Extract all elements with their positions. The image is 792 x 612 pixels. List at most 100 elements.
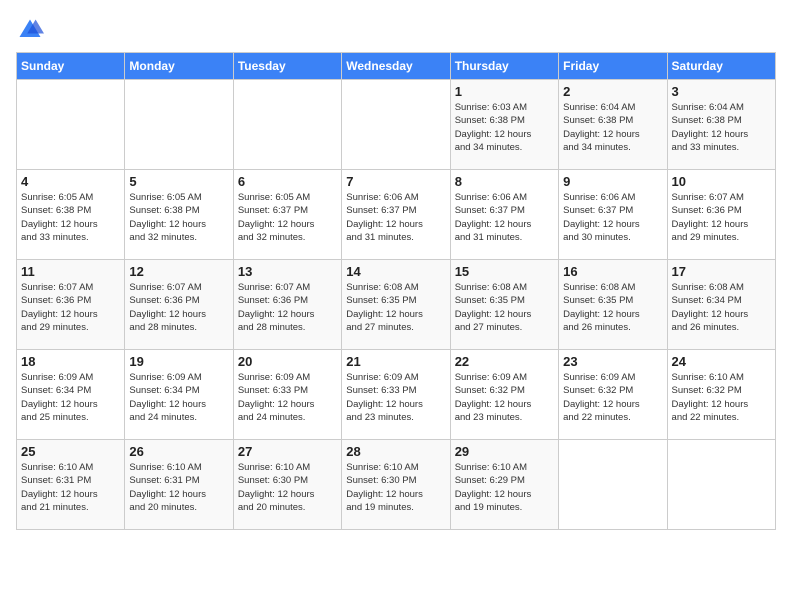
day-number: 15 [455, 264, 554, 279]
day-info: Sunrise: 6:09 AM Sunset: 6:34 PM Dayligh… [21, 371, 120, 424]
calendar-cell: 15 Sunrise: 6:08 AM Sunset: 6:35 PM Dayli… [450, 260, 558, 350]
day-info: Sunrise: 6:07 AM Sunset: 6:36 PM Dayligh… [21, 281, 120, 334]
day-number: 25 [21, 444, 120, 459]
day-number: 16 [563, 264, 662, 279]
calendar-cell: 25 Sunrise: 6:10 AM Sunset: 6:31 PM Dayli… [17, 440, 125, 530]
day-number: 1 [455, 84, 554, 99]
calendar-cell: 28 Sunrise: 6:10 AM Sunset: 6:30 PM Dayli… [342, 440, 450, 530]
day-info: Sunrise: 6:09 AM Sunset: 6:33 PM Dayligh… [346, 371, 445, 424]
day-info: Sunrise: 6:05 AM Sunset: 6:37 PM Dayligh… [238, 191, 337, 244]
day-info: Sunrise: 6:06 AM Sunset: 6:37 PM Dayligh… [455, 191, 554, 244]
day-number: 17 [672, 264, 771, 279]
calendar-cell [667, 440, 775, 530]
day-info: Sunrise: 6:07 AM Sunset: 6:36 PM Dayligh… [672, 191, 771, 244]
day-number: 3 [672, 84, 771, 99]
day-info: Sunrise: 6:09 AM Sunset: 6:32 PM Dayligh… [563, 371, 662, 424]
day-number: 20 [238, 354, 337, 369]
calendar-cell: 29 Sunrise: 6:10 AM Sunset: 6:29 PM Dayli… [450, 440, 558, 530]
day-info: Sunrise: 6:10 AM Sunset: 6:32 PM Dayligh… [672, 371, 771, 424]
day-of-week-header: Monday [125, 53, 233, 80]
calendar-cell [233, 80, 341, 170]
day-of-week-header: Saturday [667, 53, 775, 80]
day-info: Sunrise: 6:08 AM Sunset: 6:35 PM Dayligh… [455, 281, 554, 334]
calendar-cell: 10 Sunrise: 6:07 AM Sunset: 6:36 PM Dayli… [667, 170, 775, 260]
day-number: 19 [129, 354, 228, 369]
calendar-cell [17, 80, 125, 170]
calendar-cell: 5 Sunrise: 6:05 AM Sunset: 6:38 PM Daylig… [125, 170, 233, 260]
calendar-cell: 4 Sunrise: 6:05 AM Sunset: 6:38 PM Daylig… [17, 170, 125, 260]
day-info: Sunrise: 6:07 AM Sunset: 6:36 PM Dayligh… [238, 281, 337, 334]
day-number: 28 [346, 444, 445, 459]
day-info: Sunrise: 6:04 AM Sunset: 6:38 PM Dayligh… [672, 101, 771, 154]
day-number: 8 [455, 174, 554, 189]
calendar-cell: 18Sunrise: 6:09 AM Sunset: 6:34 PM Dayli… [17, 350, 125, 440]
calendar-cell: 2 Sunrise: 6:04 AM Sunset: 6:38 PM Daylig… [559, 80, 667, 170]
calendar-table: SundayMondayTuesdayWednesdayThursdayFrid… [16, 52, 776, 530]
day-info: Sunrise: 6:06 AM Sunset: 6:37 PM Dayligh… [346, 191, 445, 244]
day-of-week-header: Tuesday [233, 53, 341, 80]
calendar-cell [125, 80, 233, 170]
calendar-cell: 24 Sunrise: 6:10 AM Sunset: 6:32 PM Dayli… [667, 350, 775, 440]
day-number: 24 [672, 354, 771, 369]
calendar-cell: 9 Sunrise: 6:06 AM Sunset: 6:37 PM Daylig… [559, 170, 667, 260]
day-of-week-header: Thursday [450, 53, 558, 80]
day-info: Sunrise: 6:08 AM Sunset: 6:34 PM Dayligh… [672, 281, 771, 334]
day-number: 9 [563, 174, 662, 189]
day-info: Sunrise: 6:09 AM Sunset: 6:33 PM Dayligh… [238, 371, 337, 424]
calendar-cell: 26 Sunrise: 6:10 AM Sunset: 6:31 PM Dayli… [125, 440, 233, 530]
day-number: 12 [129, 264, 228, 279]
day-info: Sunrise: 6:05 AM Sunset: 6:38 PM Dayligh… [129, 191, 228, 244]
day-of-week-header: Friday [559, 53, 667, 80]
day-info: Sunrise: 6:06 AM Sunset: 6:37 PM Dayligh… [563, 191, 662, 244]
day-number: 27 [238, 444, 337, 459]
day-number: 29 [455, 444, 554, 459]
day-number: 11 [21, 264, 120, 279]
calendar-cell: 17 Sunrise: 6:08 AM Sunset: 6:34 PM Dayli… [667, 260, 775, 350]
day-info: Sunrise: 6:07 AM Sunset: 6:36 PM Dayligh… [129, 281, 228, 334]
day-info: Sunrise: 6:10 AM Sunset: 6:29 PM Dayligh… [455, 461, 554, 514]
day-of-week-header: Sunday [17, 53, 125, 80]
calendar-cell: 14 Sunrise: 6:08 AM Sunset: 6:35 PM Dayli… [342, 260, 450, 350]
calendar-cell: 23 Sunrise: 6:09 AM Sunset: 6:32 PM Dayli… [559, 350, 667, 440]
calendar-cell: 21 Sunrise: 6:09 AM Sunset: 6:33 PM Dayli… [342, 350, 450, 440]
day-info: Sunrise: 6:10 AM Sunset: 6:30 PM Dayligh… [346, 461, 445, 514]
calendar-cell: 1 Sunrise: 6:03 AM Sunset: 6:38 PM Daylig… [450, 80, 558, 170]
day-info: Sunrise: 6:08 AM Sunset: 6:35 PM Dayligh… [563, 281, 662, 334]
calendar-cell: 8 Sunrise: 6:06 AM Sunset: 6:37 PM Daylig… [450, 170, 558, 260]
logo-icon [16, 16, 44, 44]
calendar-cell: 7 Sunrise: 6:06 AM Sunset: 6:37 PM Daylig… [342, 170, 450, 260]
calendar-cell: 16 Sunrise: 6:08 AM Sunset: 6:35 PM Dayli… [559, 260, 667, 350]
day-number: 2 [563, 84, 662, 99]
day-number: 22 [455, 354, 554, 369]
day-number: 13 [238, 264, 337, 279]
day-number: 10 [672, 174, 771, 189]
day-number: 26 [129, 444, 228, 459]
calendar-cell: 22 Sunrise: 6:09 AM Sunset: 6:32 PM Dayli… [450, 350, 558, 440]
calendar-cell: 13 Sunrise: 6:07 AM Sunset: 6:36 PM Dayli… [233, 260, 341, 350]
page-header [16, 16, 776, 44]
day-number: 5 [129, 174, 228, 189]
day-info: Sunrise: 6:09 AM Sunset: 6:32 PM Dayligh… [455, 371, 554, 424]
calendar-cell: 3 Sunrise: 6:04 AM Sunset: 6:38 PM Daylig… [667, 80, 775, 170]
day-number: 7 [346, 174, 445, 189]
day-number: 23 [563, 354, 662, 369]
calendar-cell: 20 Sunrise: 6:09 AM Sunset: 6:33 PM Dayli… [233, 350, 341, 440]
day-info: Sunrise: 6:03 AM Sunset: 6:38 PM Dayligh… [455, 101, 554, 154]
day-number: 14 [346, 264, 445, 279]
day-of-week-header: Wednesday [342, 53, 450, 80]
day-number: 21 [346, 354, 445, 369]
day-info: Sunrise: 6:10 AM Sunset: 6:31 PM Dayligh… [129, 461, 228, 514]
day-info: Sunrise: 6:09 AM Sunset: 6:34 PM Dayligh… [129, 371, 228, 424]
calendar-cell: 11 Sunrise: 6:07 AM Sunset: 6:36 PM Dayli… [17, 260, 125, 350]
day-number: 6 [238, 174, 337, 189]
day-info: Sunrise: 6:04 AM Sunset: 6:38 PM Dayligh… [563, 101, 662, 154]
calendar-cell: 19 Sunrise: 6:09 AM Sunset: 6:34 PM Dayli… [125, 350, 233, 440]
calendar-cell [342, 80, 450, 170]
day-info: Sunrise: 6:10 AM Sunset: 6:31 PM Dayligh… [21, 461, 120, 514]
calendar-cell: 12 Sunrise: 6:07 AM Sunset: 6:36 PM Dayli… [125, 260, 233, 350]
calendar-cell [559, 440, 667, 530]
day-info: Sunrise: 6:08 AM Sunset: 6:35 PM Dayligh… [346, 281, 445, 334]
day-info: Sunrise: 6:05 AM Sunset: 6:38 PM Dayligh… [21, 191, 120, 244]
calendar-cell: 27Sunrise: 6:10 AM Sunset: 6:30 PM Dayli… [233, 440, 341, 530]
day-number: 4 [21, 174, 120, 189]
